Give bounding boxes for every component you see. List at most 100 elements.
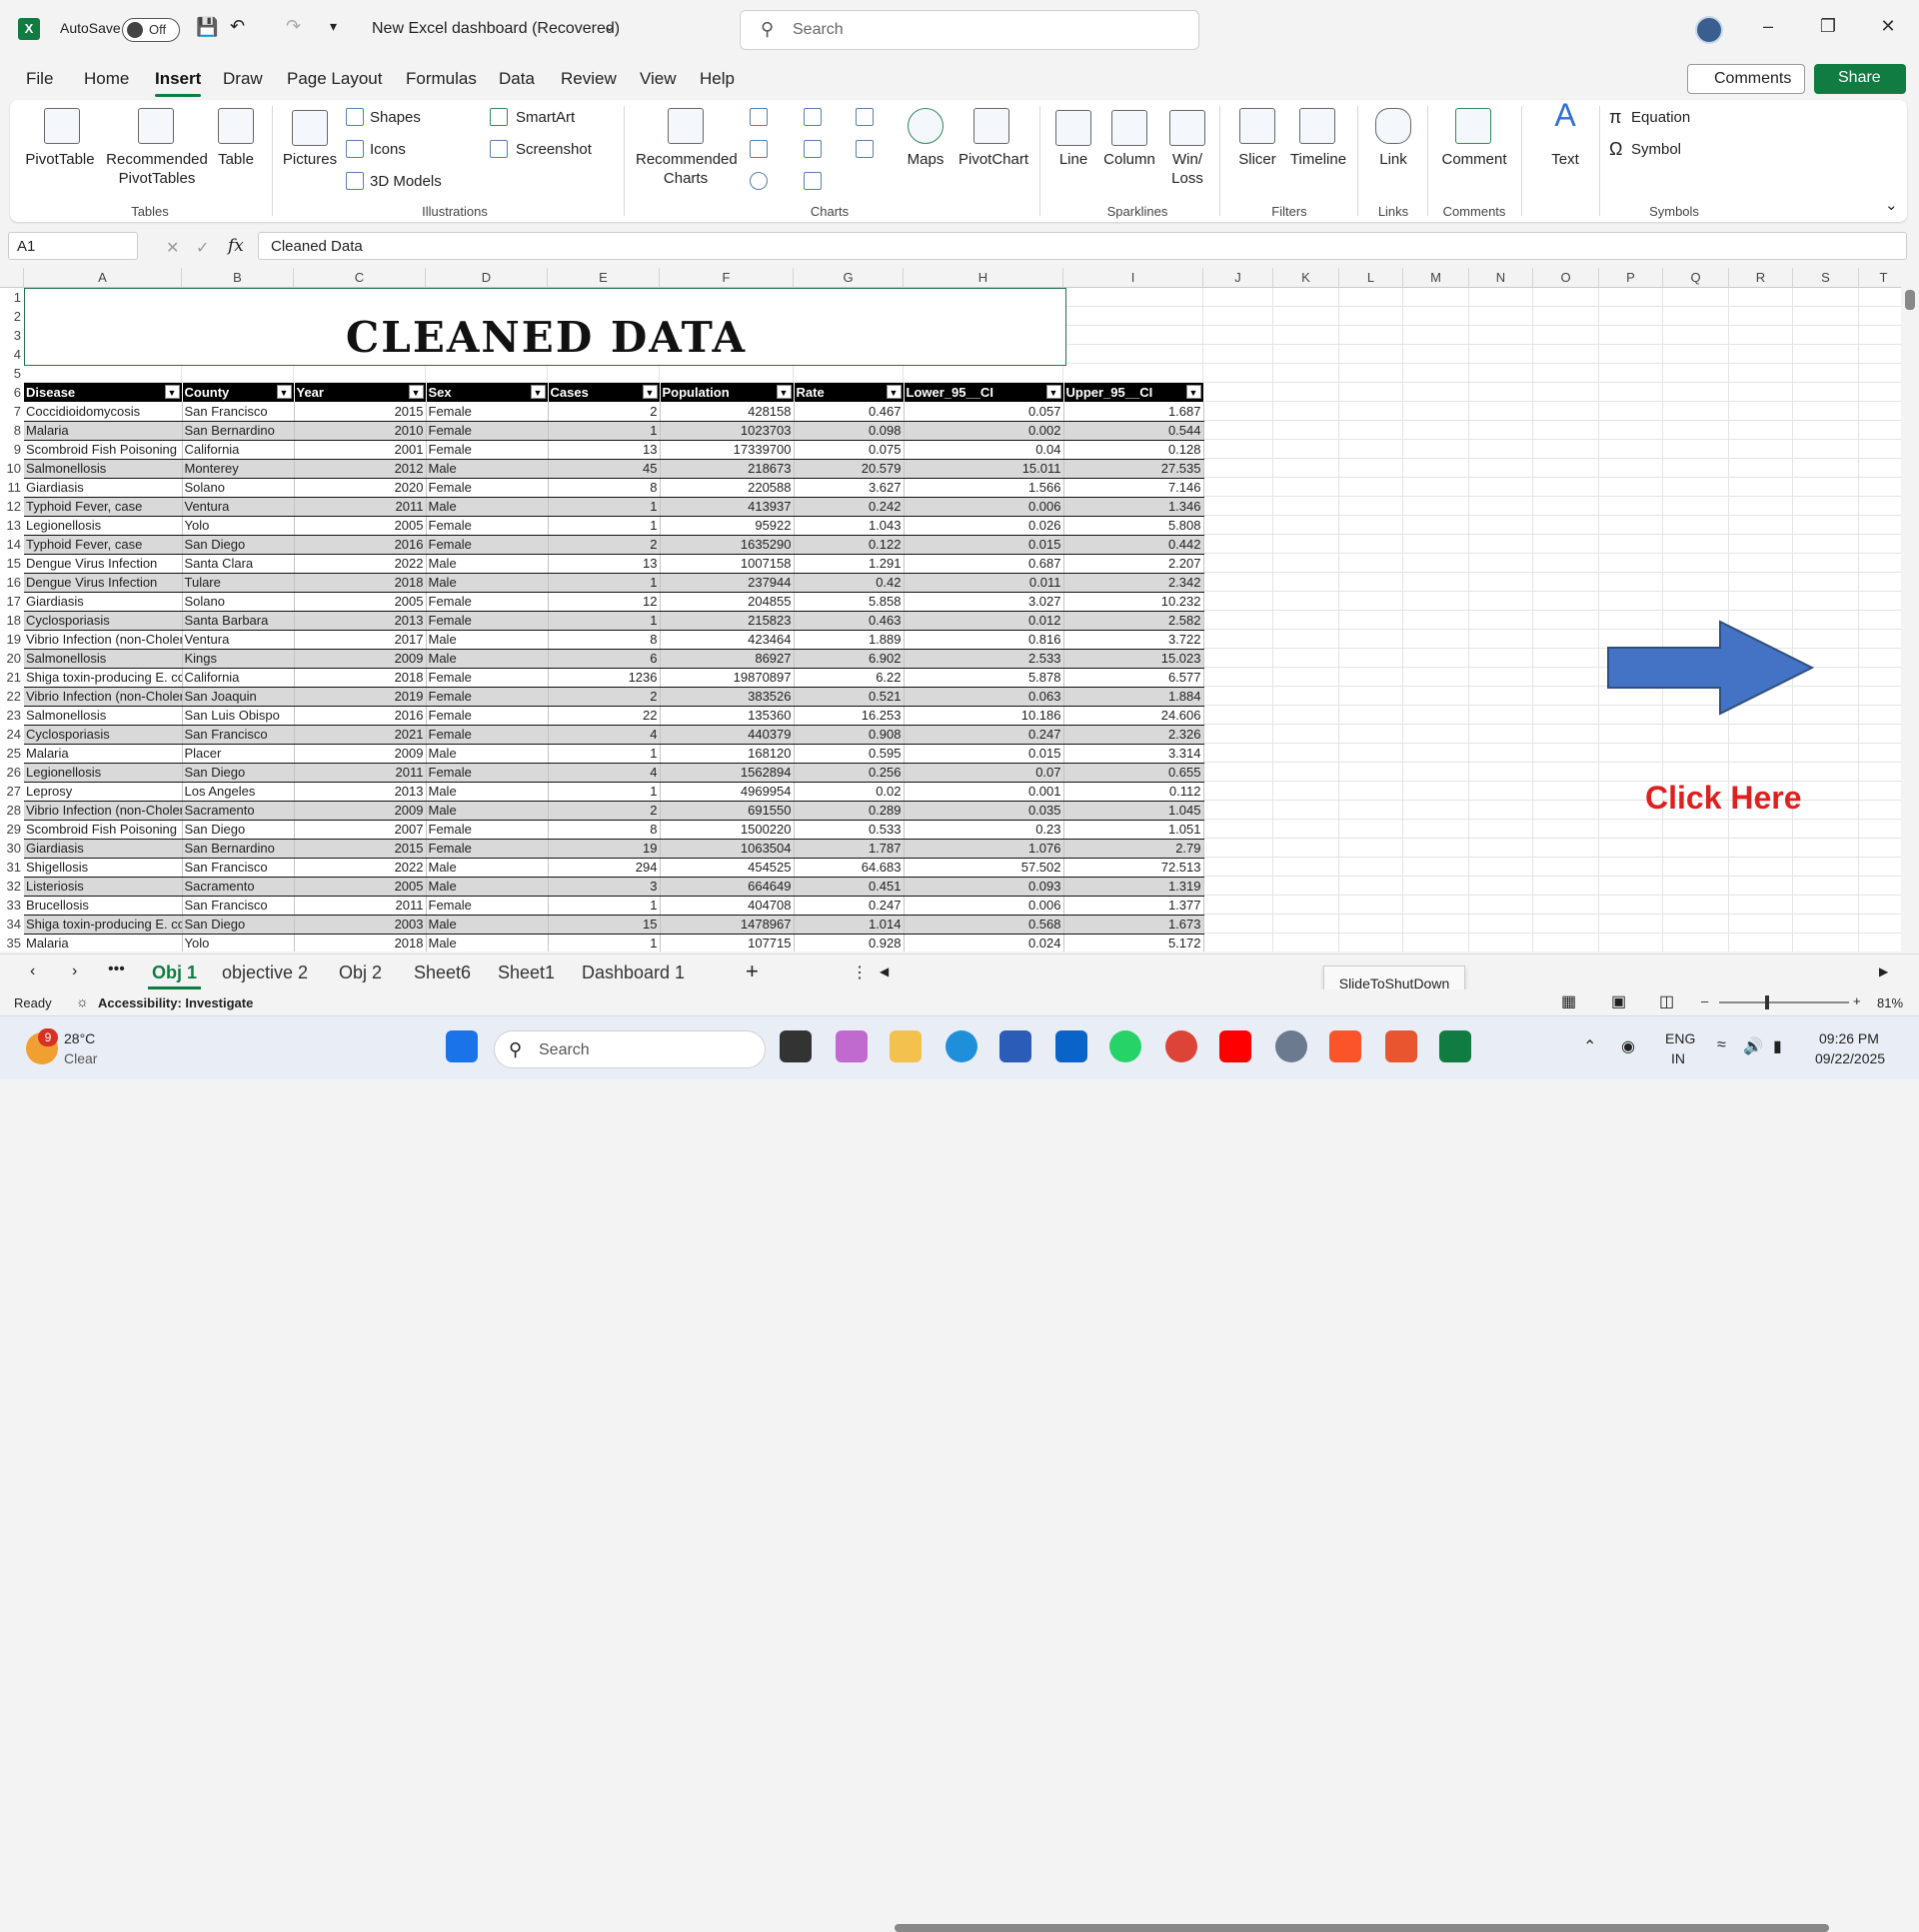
table-cell[interactable]: Salmonellosis (24, 459, 183, 479)
table-cell[interactable]: 10.186 (904, 706, 1064, 726)
table-row[interactable]: Listeriosis Sacramento 2005 Male 3 664649 0.45… (24, 877, 1204, 897)
column-header[interactable]: L (1339, 268, 1403, 288)
table-row[interactable]: Dengue Virus Infection Santa Clara 2022 Mal… (24, 554, 1204, 574)
table-cell[interactable]: 0.655 (1063, 763, 1204, 783)
table-cell[interactable]: Male (426, 459, 549, 479)
column-header[interactable]: R (1729, 268, 1793, 288)
table-cell[interactable]: 17339700 (660, 440, 795, 460)
table-cell[interactable]: 1 (548, 421, 661, 441)
row-header[interactable]: 16 (0, 573, 24, 592)
column-header[interactable]: S (1793, 268, 1859, 288)
table-header-cell[interactable]: Rate ▼ (794, 383, 905, 402)
task-view-icon[interactable] (780, 1030, 812, 1062)
column-header[interactable]: N (1469, 268, 1533, 288)
table-cell[interactable]: Monterey (182, 459, 295, 479)
taskbar-search[interactable]: ⚲ Search (494, 1030, 766, 1068)
table-cell[interactable]: 0.256 (794, 763, 905, 783)
save-icon[interactable]: 💾 (196, 17, 218, 38)
table-cell[interactable]: 0.242 (794, 497, 905, 517)
page-layout-view-icon[interactable]: ▣ (1611, 991, 1626, 1011)
table-cell[interactable]: 5.878 (904, 668, 1064, 688)
table-cell[interactable]: 1.346 (1063, 497, 1204, 517)
table-header-cell[interactable]: Cases ▼ (548, 383, 661, 402)
row-header[interactable]: 18 (0, 611, 24, 630)
table-cell[interactable]: 454525 (660, 858, 795, 878)
table-cell[interactable]: Sacramento (182, 801, 295, 821)
row-header[interactable]: 31 (0, 858, 24, 877)
shapes-button[interactable]: Shapes (370, 108, 421, 127)
table-cell[interactable]: 64.683 (794, 858, 905, 878)
column-header[interactable]: I (1063, 268, 1203, 288)
statistic-chart-icon[interactable] (804, 140, 822, 158)
clock-date[interactable]: 09/22/2025 (1815, 1050, 1885, 1066)
table-cell[interactable]: 2018 (294, 934, 427, 952)
table-cell[interactable]: 0.544 (1063, 421, 1204, 441)
title-chevron-down-icon[interactable]: ⌄ (604, 18, 616, 35)
row-header[interactable]: 14 (0, 535, 24, 554)
battery-icon[interactable]: ▮ (1773, 1036, 1782, 1056)
table-cell[interactable]: 2016 (294, 706, 427, 726)
table-cell[interactable]: 2005 (294, 516, 427, 536)
table-cell[interactable]: 13 (548, 440, 661, 460)
table-cell[interactable]: Coccidioidomycosis (24, 402, 183, 422)
table-row[interactable]: Giardiasis San Bernardino 2015 Female 19 1063… (24, 839, 1204, 859)
table-cell[interactable]: Male (426, 497, 549, 517)
table-cell[interactable]: Female (426, 839, 549, 859)
menu-home[interactable]: Home (84, 69, 129, 89)
table-cell[interactable]: 218673 (660, 459, 795, 479)
table-cell[interactable]: Shiga toxin-producing E. coli (24, 668, 183, 688)
table-cell[interactable]: 0.063 (904, 687, 1064, 707)
table-cell[interactable]: Female (426, 440, 549, 460)
row-header[interactable]: 22 (0, 687, 24, 706)
search-box[interactable]: ⚲ Search (740, 10, 1199, 50)
clock-time[interactable]: 09:26 PM (1819, 1030, 1879, 1046)
row-header[interactable]: 21 (0, 668, 24, 687)
table-cell[interactable]: 294 (548, 858, 661, 878)
table-cell[interactable]: 1562894 (660, 763, 795, 783)
menu-draw[interactable]: Draw (223, 69, 263, 89)
filter-dropdown-icon[interactable]: ▼ (1045, 385, 1061, 399)
click-here-label[interactable]: Click Here (1645, 780, 1802, 817)
row-header[interactable]: 30 (0, 839, 24, 858)
table-cell[interactable]: San Diego (182, 763, 295, 783)
table-cell[interactable]: 15 (548, 915, 661, 935)
close-icon[interactable]: ✕ (1873, 16, 1903, 37)
wifi-icon[interactable]: ≈ (1717, 1036, 1726, 1054)
next-sheet-icon[interactable]: › (72, 963, 77, 980)
table-cell[interactable]: Female (426, 592, 549, 612)
table-cell[interactable]: 1 (548, 573, 661, 593)
table-cell[interactable]: 0.002 (904, 421, 1064, 441)
add-sheet-icon[interactable]: + (746, 959, 759, 984)
table-cell[interactable]: 0.816 (904, 630, 1064, 650)
table-cell[interactable]: Female (426, 535, 549, 555)
table-cell[interactable]: 2 (548, 687, 661, 707)
filter-dropdown-icon[interactable]: ▼ (1185, 385, 1201, 399)
table-cell[interactable]: Female (426, 516, 549, 536)
table-cell[interactable]: 0.23 (904, 820, 1064, 840)
table-cell[interactable]: California (182, 440, 295, 460)
table-cell[interactable]: 404708 (660, 896, 795, 916)
table-cell[interactable]: 1 (548, 611, 661, 631)
3d-models-button[interactable]: 3D Models (370, 172, 442, 191)
table-cell[interactable]: 440379 (660, 725, 795, 745)
table-cell[interactable]: 8 (548, 820, 661, 840)
table-cell[interactable]: 2009 (294, 744, 427, 764)
table-cell[interactable]: 95922 (660, 516, 795, 536)
column-header[interactable]: A (24, 268, 182, 288)
table-row[interactable]: Vibrio Infection (non-Cholera) San Joaqui… (24, 687, 1204, 707)
table-cell[interactable]: Listeriosis (24, 877, 183, 897)
formula-input[interactable]: Cleaned Data (258, 232, 1907, 260)
table-cell[interactable]: Solano (182, 592, 295, 612)
table-cell[interactable]: 3.027 (904, 592, 1064, 612)
table-cell[interactable]: 1.076 (904, 839, 1064, 859)
table-cell[interactable]: 6.577 (1063, 668, 1204, 688)
row-header[interactable]: 23 (0, 706, 24, 725)
table-cell[interactable]: 0.247 (904, 725, 1064, 745)
table-cell[interactable]: 135360 (660, 706, 795, 726)
menu-insert[interactable]: Insert (155, 69, 202, 97)
table-cell[interactable]: 1023703 (660, 421, 795, 441)
table-cell[interactable]: 0.112 (1063, 782, 1204, 802)
comments-button[interactable]: Comments (1687, 64, 1805, 94)
table-cell[interactable]: 1 (548, 896, 661, 916)
row-header[interactable]: 2 (0, 307, 24, 326)
